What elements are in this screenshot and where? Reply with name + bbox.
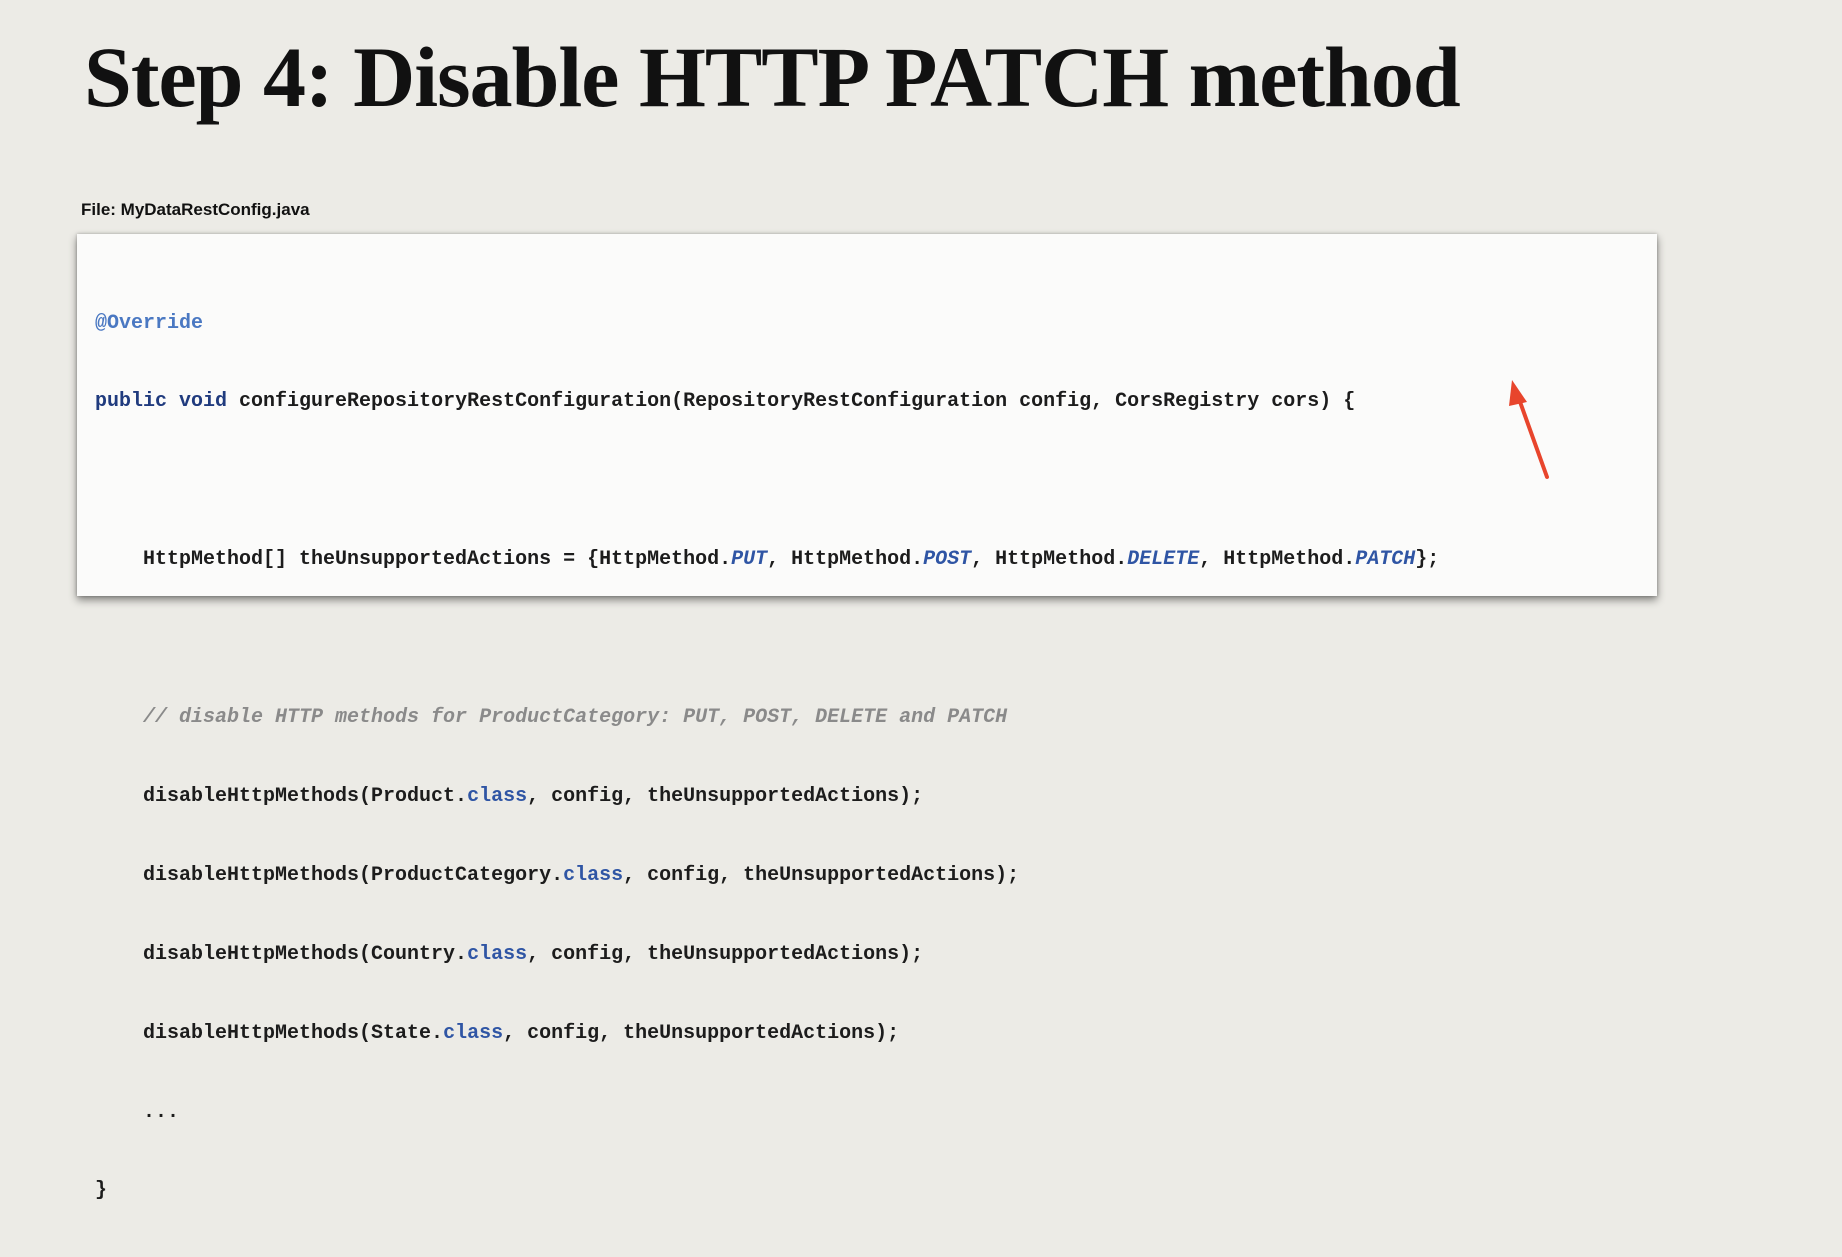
code-call-suffix: , config, theUnsupportedActions); [527,784,924,808]
code-class-keyword: class [563,863,624,887]
code-block: @Override public void configureRepositor… [95,258,1439,1257]
code-separator: , HttpMethod. [767,548,924,572]
code-call-prefix: disableHttpMethods(ProductCategory. [95,863,564,887]
code-actions-end: }; [1415,548,1440,572]
code-line-call: disableHttpMethods(Product.class, config… [95,784,1439,810]
code-line-ellipsis: ... [95,1100,1439,1126]
code-call-prefix: disableHttpMethods(Country. [95,942,468,966]
code-actions-declaration: HttpMethod[] theUnsupportedActions = {Ht… [95,548,732,572]
code-call-prefix: disableHttpMethods(State. [95,1021,444,1045]
code-class-keyword: class [467,784,528,808]
code-line-comment: // disable HTTP methods for ProductCateg… [95,705,1439,731]
code-ellipsis: ... [95,1100,180,1124]
file-name-label: File: MyDataRestConfig.java [81,200,310,219]
code-line-call: disableHttpMethods(State.class, config, … [95,1021,1439,1047]
code-line-call: disableHttpMethods(ProductCategory.class… [95,863,1439,889]
code-comment: // disable HTTP methods for ProductCateg… [95,706,1008,730]
code-class-keyword: class [467,942,528,966]
code-method-signature: configureRepositoryRestConfiguration(Rep… [227,390,1356,414]
code-annotation: @Override [95,311,204,335]
code-class-keyword: class [443,1021,504,1045]
code-call-suffix: , config, theUnsupportedActions); [503,1021,900,1045]
code-call-suffix: , config, theUnsupportedActions); [623,863,1020,887]
code-panel: @Override public void configureRepositor… [77,234,1657,1202]
code-line-call: disableHttpMethods(Country.class, config… [95,942,1439,968]
code-line-actions-array: HttpMethod[] theUnsupportedActions = {Ht… [95,547,1439,573]
code-separator: , HttpMethod. [971,548,1128,572]
code-const-put: PUT [731,548,768,572]
code-method-keywords: public void [95,390,228,414]
code-line-method-signature: public void configureRepositoryRestConfi… [95,389,1439,415]
code-closing-brace: } [95,1179,108,1203]
code-call-suffix: , config, theUnsupportedActions); [527,942,924,966]
code-line-annotation: @Override [95,311,1439,337]
code-call-prefix: disableHttpMethods(Product. [95,784,468,808]
code-const-delete: DELETE [1127,548,1200,572]
slide-title: Step 4: Disable HTTP PATCH method [84,29,1461,125]
code-const-patch: PATCH [1355,548,1416,572]
code-const-post: POST [923,548,972,572]
code-separator: , HttpMethod. [1199,548,1356,572]
code-line-closing-brace: } [95,1178,1439,1204]
